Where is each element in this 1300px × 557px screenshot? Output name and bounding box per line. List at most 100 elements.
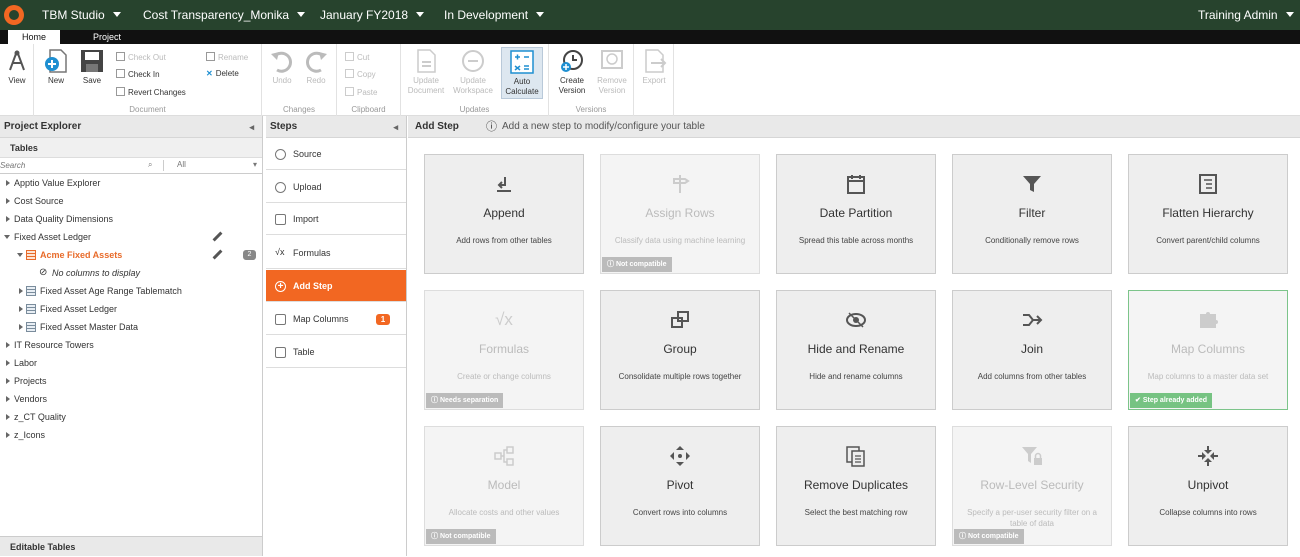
step-upload[interactable]: Upload <box>266 171 406 203</box>
app-menu[interactable]: TBM Studio <box>42 8 121 22</box>
step-card-assign-rows[interactable]: Assign Rows Classify data using machine l… <box>600 154 760 274</box>
step-card-remove-duplicates[interactable]: Remove Duplicates Select the best matchin… <box>776 426 936 546</box>
update-workspace-button[interactable]: Update Workspace <box>451 48 495 96</box>
editable-tables-header[interactable]: Editable Tables <box>0 536 262 556</box>
app-logo-icon[interactable] <box>4 5 24 25</box>
step-card-join[interactable]: Join Add columns from other tables <box>952 290 1112 410</box>
expand-icon[interactable] <box>6 378 10 384</box>
card-title: Filter <box>1018 206 1046 220</box>
step-import[interactable]: Import <box>266 203 406 235</box>
tree-item[interactable]: Fixed Asset Age Range Tablematch <box>0 282 262 300</box>
expand-icon[interactable] <box>19 324 23 330</box>
edit-pencil-icon[interactable] <box>212 249 222 259</box>
view-button[interactable]: View <box>4 48 30 86</box>
undo-button[interactable]: Undo <box>268 48 296 86</box>
period-menu[interactable]: January FY2018 <box>320 8 425 22</box>
check-out-button[interactable]: Check Out <box>116 52 166 63</box>
update-document-icon <box>413 48 439 74</box>
paste-icon <box>345 87 354 96</box>
badge-label: Not compatible <box>967 533 1019 540</box>
upload-icon <box>275 182 286 193</box>
step-source[interactable]: Source <box>266 138 406 170</box>
card-description: Map columns to a master data set <box>1147 372 1269 381</box>
step-add-step[interactable]: + Add Step <box>266 270 406 302</box>
tab-project[interactable]: Project <box>80 30 134 44</box>
copy-button[interactable]: Copy <box>345 69 376 80</box>
step-card-map-columns[interactable]: Map Columns Map columns to a master data … <box>1128 290 1288 410</box>
step-card-date-partition[interactable]: Date Partition Spread this table across m… <box>776 154 936 274</box>
step-card-group[interactable]: Group Consolidate multiple rows together <box>600 290 760 410</box>
remove-version-button[interactable]: Remove Version <box>593 48 631 96</box>
filter-select[interactable]: All ▾ <box>163 160 259 171</box>
tree-item[interactable]: Projects <box>0 372 262 390</box>
expand-icon[interactable] <box>6 360 10 366</box>
rename-button[interactable]: Rename <box>206 52 248 63</box>
search-icon[interactable]: ⌕ <box>148 160 152 170</box>
step-card-row-level-security[interactable]: Row-Level Security Specify a per-user sec… <box>952 426 1112 546</box>
save-button[interactable]: Save <box>78 48 106 86</box>
step-table[interactable]: Table <box>266 336 406 368</box>
search-input[interactable]: Search <box>0 161 25 170</box>
expand-icon[interactable] <box>6 180 10 186</box>
update-document-button[interactable]: Update Document <box>405 48 447 96</box>
paste-button[interactable]: Paste <box>345 87 377 98</box>
user-menu[interactable]: Training Admin <box>1198 8 1294 22</box>
add-step-panel: Add Step ⓘ Add a new step to modify/conf… <box>408 116 1300 556</box>
expand-icon[interactable] <box>6 432 10 438</box>
project-menu[interactable]: Cost Transparency_Monika <box>143 8 306 22</box>
tree-item[interactable]: Fixed Asset Master Data <box>0 318 262 336</box>
tree-item[interactable]: z_Icons <box>0 426 262 444</box>
card-description: Classify data using machine learning <box>614 236 746 245</box>
state-menu[interactable]: In Development <box>444 8 545 22</box>
redo-button[interactable]: Redo <box>302 48 330 86</box>
new-button[interactable]: New <box>42 48 70 86</box>
delete-button[interactable]: ✕ Delete <box>206 69 239 79</box>
collapse-icon[interactable] <box>4 235 10 239</box>
step-card-hide-and-rename[interactable]: Hide and Rename Hide and rename columns <box>776 290 936 410</box>
expand-icon[interactable] <box>6 198 10 204</box>
collapse-icon[interactable] <box>17 253 23 257</box>
tree-item[interactable]: Labor <box>0 354 262 372</box>
cut-button[interactable]: Cut <box>345 52 369 63</box>
step-card-pivot[interactable]: Pivot Convert rows into columns <box>600 426 760 546</box>
edit-pencil-icon[interactable] <box>212 231 222 241</box>
step-formulas[interactable]: √x Formulas <box>266 237 406 269</box>
tree-item[interactable]: Fixed Asset Ledger <box>0 228 262 246</box>
tree-item[interactable]: Data Quality Dimensions <box>0 210 262 228</box>
step-card-formulas[interactable]: √x Formulas Create or change columns ⓘ Need… <box>424 290 584 410</box>
expand-icon[interactable] <box>6 396 10 402</box>
tree-item[interactable]: IT Resource Towers <box>0 336 262 354</box>
formula-icon: √x <box>275 247 285 257</box>
tree-item[interactable]: z_CT Quality <box>0 408 262 426</box>
tree-item[interactable]: Vendors <box>0 390 262 408</box>
update-document-label-2: Document <box>407 86 445 95</box>
check-in-button[interactable]: Check In <box>116 69 160 80</box>
step-card-model[interactable]: Model Allocate costs and other values ⓘ No… <box>424 426 584 546</box>
tree-item-selected[interactable]: Acme Fixed Assets 2 <box>0 246 262 264</box>
tree-item[interactable]: Cost Source <box>0 192 262 210</box>
tree-item[interactable]: Fixed Asset Ledger <box>0 300 262 318</box>
step-map-columns[interactable]: Map Columns 1 <box>266 303 406 335</box>
create-version-button[interactable]: Create Version <box>553 48 591 96</box>
step-card-append[interactable]: Append Add rows from other tables <box>424 154 584 274</box>
expand-icon[interactable] <box>6 414 10 420</box>
tree-item[interactable]: Apptio Value Explorer <box>0 174 262 192</box>
copy-label: Copy <box>357 70 376 79</box>
auto-calculate-label-2: Calculate <box>505 87 539 96</box>
collapse-left-icon[interactable]: ◂ <box>393 116 398 138</box>
expand-icon[interactable] <box>6 216 10 222</box>
add-step-header: Add Step ⓘ Add a new step to modify/conf… <box>408 116 1300 138</box>
tab-home[interactable]: Home <box>8 30 60 44</box>
export-button[interactable]: Export <box>639 48 669 86</box>
revert-changes-button[interactable]: Revert Changes <box>116 87 186 98</box>
versions-group: Create Version Remove Version Versions <box>549 44 634 116</box>
collapse-left-icon[interactable]: ◂ <box>249 116 254 138</box>
step-card-unpivot[interactable]: Unpivot Collapse columns into rows <box>1128 426 1288 546</box>
step-card-flatten-hierarchy[interactable]: Flatten Hierarchy Convert parent/child co… <box>1128 154 1288 274</box>
auto-calculate-button[interactable]: Auto Calculate <box>501 47 543 99</box>
expand-icon[interactable] <box>19 306 23 312</box>
step-card-filter[interactable]: Filter Conditionally remove rows <box>952 154 1112 274</box>
expand-icon[interactable] <box>19 288 23 294</box>
changes-group-label: Changes <box>282 105 316 114</box>
expand-icon[interactable] <box>6 342 10 348</box>
